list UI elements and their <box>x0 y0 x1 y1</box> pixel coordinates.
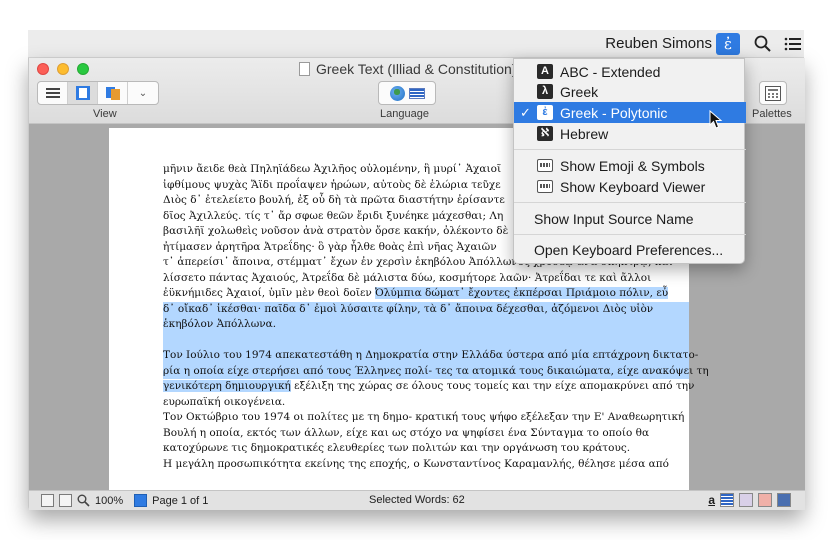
text-line: ἐϋκνήμιδες Ἀχαιοί, ὑμῖν μὲν θεοὶ δοῖεν Ὀ… <box>163 286 689 302</box>
view-page-button[interactable] <box>68 82 98 104</box>
zoom-icon[interactable] <box>77 494 90 507</box>
page-indicator: Page 1 of 1 <box>152 494 209 507</box>
page-layout-icon[interactable] <box>134 494 148 507</box>
keyboard-viewer-icon <box>537 180 553 193</box>
text-line: λίσσετο πάντας Ἀχαιούς, Ἀτρεΐδα δὲ μάλισ… <box>163 271 652 284</box>
selected-words-count: Selected Words: 62 <box>369 494 465 506</box>
palettes-label: Palettes <box>752 108 792 120</box>
window-title-text: Greek Text (Illiad & Constitution) <box>316 61 517 77</box>
emoji-keyboard-icon <box>537 159 553 172</box>
grid-icon[interactable] <box>739 493 753 507</box>
selected-text-line: δ᾽ οἴκαδ᾽ ἱκέσθαι· παῖδα δ᾽ ἐμοὶ λύσαιτε… <box>163 301 689 317</box>
hebrew-icon: ℵ <box>537 126 553 141</box>
selected-text-line: ἑκηβόλον Ἀπόλλωνα. <box>163 317 689 333</box>
menu-item-label: Hebrew <box>560 125 609 142</box>
palettes-button[interactable] <box>759 81 787 105</box>
selected-text-line: ρία η οποία είχε στερήσει από τους Έλλην… <box>163 363 709 379</box>
clipboard-icon[interactable] <box>59 494 72 507</box>
greek-polytonic-icon: ἐ <box>537 105 553 120</box>
selected-text-line: Τον Ιούλιο του 1974 απεκατεστάθη η Δημοκ… <box>163 348 698 364</box>
selected-text: γενικότερη δημιουργική <box>163 380 291 392</box>
view-label: View <box>93 108 117 120</box>
document-icon <box>299 62 310 76</box>
font-indicator[interactable]: a <box>708 493 715 507</box>
close-window-button[interactable] <box>37 63 49 75</box>
menu-item-label: ABC - Extended <box>560 63 661 80</box>
menu-item-label: Show Input Source Name <box>534 210 694 227</box>
view-segmented-control: ⌄ <box>37 81 159 105</box>
chevron-down-icon: ⌄ <box>138 87 148 99</box>
status-left: 100% Page 1 of 1 <box>41 494 208 507</box>
text-line: Η μεγάλη προσωπικότητα εκείνης της εποχή… <box>163 457 669 470</box>
status-right: a <box>708 493 791 507</box>
menu-item-show-keyboard-viewer[interactable]: Show Keyboard Viewer <box>514 176 746 197</box>
keyboard-flag-icon[interactable] <box>720 493 734 507</box>
menu-divider <box>514 149 746 150</box>
minimize-window-button[interactable] <box>57 63 69 75</box>
palettes-icon <box>765 85 781 101</box>
menu-item-abc-extended[interactable]: A ABC - Extended <box>514 61 746 82</box>
zoom-level[interactable]: 100% <box>95 495 123 507</box>
globe-icon <box>389 85 405 101</box>
text-line: ευρωπαϊκή οικογένεια. <box>163 395 286 408</box>
text-line: γενικότερη δημιουργική εξέλιξη της χώρας… <box>163 379 694 395</box>
checkmark-icon: ✓ <box>520 104 531 120</box>
split-view-icon[interactable] <box>41 494 54 507</box>
text-line: Βουλή η οποία, εκτός των άλλων, είχε και… <box>163 426 650 439</box>
menu-item-show-emoji[interactable]: Show Emoji & Symbols <box>514 155 746 176</box>
language-label: Language <box>380 108 429 120</box>
greek-icon: λ <box>537 84 553 99</box>
menu-item-label: Open Keyboard Preferences... <box>534 241 724 258</box>
menu-divider <box>514 202 746 203</box>
view-layout-button[interactable] <box>98 82 128 104</box>
text-segment: ἐϋκνήμιδες Ἀχαιοί, ὑμῖν μὲν θεοὶ δοῖεν <box>163 287 376 299</box>
menu-item-open-keyboard-preferences[interactable]: Open Keyboard Preferences... <box>514 239 746 260</box>
language-button[interactable] <box>378 81 436 105</box>
page-view-icon <box>75 86 90 100</box>
paragraph-icon[interactable] <box>777 493 791 507</box>
text-line: Τον Οκτώβριο του 1974 οι πολίτες με τη δ… <box>163 411 685 423</box>
menu-item-label: Show Emoji & Symbols <box>560 157 705 174</box>
color-icon[interactable] <box>758 493 772 507</box>
window-title: Greek Text (Illiad & Constitution) <box>299 60 517 78</box>
abc-extended-icon: A <box>537 64 553 79</box>
user-name[interactable]: Reuben Simons <box>605 35 712 52</box>
zoom-window-button[interactable] <box>77 63 89 75</box>
text-segment: εξέλιξη της χώρας σε όλους τους τομείς κ… <box>290 380 695 392</box>
menu-bar: Reuben Simons ἐ <box>28 30 804 58</box>
input-source-dropdown: A ABC - Extended λ Greek ✓ ἐ Greek - Pol… <box>513 58 746 264</box>
menu-divider <box>514 234 746 235</box>
menu-item-label: Greek - Polytonic <box>560 104 668 121</box>
text-line: κατοχύρωνε τις δημοκρατικές ελευθερίες τ… <box>163 442 631 454</box>
notification-center-icon[interactable] <box>784 36 802 52</box>
input-source-menu-icon[interactable]: ἐ <box>716 33 740 55</box>
view-list-button[interactable] <box>38 82 68 104</box>
menu-item-label: Greek <box>560 83 599 100</box>
menu-item-show-input-source-name[interactable]: Show Input Source Name <box>514 208 746 229</box>
menu-item-label: Show Keyboard Viewer <box>560 178 706 195</box>
list-view-icon <box>45 88 60 98</box>
desktop: Reuben Simons ἐ Greek Text (Illiad & Con… <box>0 0 832 540</box>
mouse-pointer-icon <box>709 110 723 129</box>
view-options-dropdown[interactable]: ⌄ <box>128 82 158 104</box>
spotlight-search-icon[interactable] <box>753 34 773 54</box>
layout-view-icon <box>105 87 120 100</box>
menu-item-greek[interactable]: λ Greek <box>514 81 746 102</box>
status-bar: 100% Page 1 of 1 Selected Words: 62 a <box>29 490 805 510</box>
selected-blank-line <box>163 332 689 348</box>
selected-text: Ὀλύμπια δώματ᾽ ἔχοντες ἐκπέρσαι Πριάμοιο… <box>375 287 669 299</box>
greek-flag-icon <box>408 87 425 99</box>
